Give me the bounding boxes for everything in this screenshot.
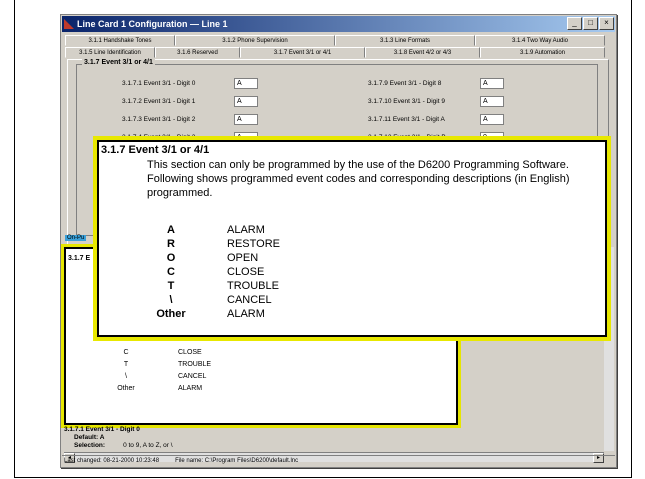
- field-help-selection-value: 0 to 9, A to Z, or \: [123, 442, 173, 449]
- tab-line-formats[interactable]: 3.1.3 Line Formats: [335, 35, 475, 46]
- event-description: RESTORE: [227, 238, 280, 250]
- field-row: 3.1.7.3 Event 3/1 - Digit 2 A: [122, 114, 258, 125]
- tab-automation[interactable]: 3.1.9 Automation: [480, 47, 605, 58]
- window-title: Line Card 1 Configuration — Line 1: [77, 19, 228, 29]
- help-desc: CLOSE: [178, 349, 202, 356]
- window-titlebar: Line Card 1 Configuration — Line 1: [62, 16, 615, 32]
- help-code: T: [123, 361, 129, 368]
- field-label: 3.1.7.10 Event 3/1 - Digit 9: [368, 98, 445, 105]
- help-tab-stub[interactable]: On-Pu: [65, 235, 87, 241]
- tab-event-4-2[interactable]: 3.1.8 Event 4/2 or 4/3: [365, 47, 480, 58]
- field-help: 3.1.7.1 Event 3/1 - Digit 0 Default: A S…: [64, 425, 604, 450]
- field-label: 3.1.7.9 Event 3/1 - Digit 8: [368, 80, 442, 87]
- maximize-button[interactable]: □: [583, 17, 598, 30]
- event-code: T: [167, 280, 175, 292]
- event-description: CLOSE: [227, 266, 265, 278]
- event-description: CANCEL: [227, 294, 272, 306]
- field-row: 3.1.7.9 Event 3/1 - Digit 8 A: [368, 78, 504, 89]
- event-code: Other: [156, 308, 186, 320]
- field-label: 3.1.7.1 Event 3/1 - Digit 0: [122, 80, 196, 87]
- event-code: C: [167, 266, 175, 278]
- event-description: ALARM: [227, 224, 265, 236]
- event-description: ALARM: [227, 308, 265, 320]
- digit-8-input[interactable]: A: [480, 78, 504, 89]
- help-desc: ALARM: [178, 385, 203, 392]
- field-help-selection-label: Selection:: [74, 442, 106, 449]
- event-code: O: [166, 252, 176, 264]
- field-row: 3.1.7.2 Event 3/1 - Digit 1 A: [122, 96, 258, 107]
- file-name: File name: C:\Program Files\D6200\defaul…: [175, 458, 299, 464]
- callout-title: 3.1.7 Event 3/1 or 4/1: [101, 144, 210, 156]
- callout-text: This section can only be programmed by t…: [147, 158, 597, 200]
- digit-9-input[interactable]: A: [480, 96, 504, 107]
- tab-handshake-tones[interactable]: 3.1.1 Handshake Tones: [65, 35, 175, 46]
- tab-event-3-1[interactable]: 3.1.7 Event 3/1 or 4/1: [240, 47, 365, 58]
- event-description: OPEN: [227, 252, 259, 264]
- field-help-title: 3.1.7.1 Event 3/1 - Digit 0: [64, 426, 140, 433]
- tab-two-way-audio[interactable]: 3.1.4 Two Way Audio: [475, 35, 605, 46]
- field-row: 3.1.7.10 Event 3/1 - Digit 9 A: [368, 96, 504, 107]
- close-button[interactable]: ×: [599, 17, 614, 30]
- tab-phone-supervision[interactable]: 3.1.2 Phone Supervision: [175, 35, 335, 46]
- group-title: 3.1.7 Event 3/1 or 4/1: [82, 59, 155, 66]
- help-code: C: [123, 349, 129, 356]
- event-code: R: [167, 238, 175, 250]
- app-icon: [64, 19, 74, 29]
- help-desc: CANCEL: [178, 373, 207, 380]
- field-label: 3.1.7.3 Event 3/1 - Digit 2: [122, 116, 196, 123]
- field-row: 3.1.7.1 Event 3/1 - Digit 0 A: [122, 78, 258, 89]
- minimize-button[interactable]: _: [567, 17, 582, 30]
- tab-reserved[interactable]: 3.1.6 Reserved: [155, 47, 240, 58]
- digit-2-input[interactable]: A: [234, 114, 258, 125]
- digit-a-input[interactable]: A: [480, 114, 504, 125]
- help-callout: 3.1.7 Event 3/1 or 4/1 This section can …: [97, 140, 607, 337]
- event-code: \: [169, 294, 173, 306]
- help-code: \: [125, 373, 127, 380]
- field-label: 3.1.7.2 Event 3/1 - Digit 1: [122, 98, 196, 105]
- callout-line-1: This section can only be programmed by t…: [147, 159, 569, 171]
- help-code: Other: [117, 385, 135, 392]
- help-desc: TROUBLE: [178, 361, 212, 368]
- help-pane-title: 3.1.7 E: [68, 255, 91, 262]
- digit-1-input[interactable]: A: [234, 96, 258, 107]
- tab-line-identification[interactable]: 3.1.5 Line Identification: [65, 47, 155, 58]
- event-description: TROUBLE: [227, 280, 279, 292]
- event-code: A: [167, 224, 175, 236]
- field-help-default: Default: A: [74, 434, 105, 441]
- digit-0-input[interactable]: A: [234, 78, 258, 89]
- status-bar: Last changed: 08-21-2000 10:23:48 File n…: [62, 455, 615, 466]
- callout-line-2: Following shows programmed event codes a…: [147, 173, 570, 199]
- field-row: 3.1.7.11 Event 3/1 - Digit A A: [368, 114, 504, 125]
- field-label: 3.1.7.11 Event 3/1 - Digit A: [368, 116, 445, 123]
- last-changed: Last changed: 08-21-2000 10:23:48: [64, 458, 160, 464]
